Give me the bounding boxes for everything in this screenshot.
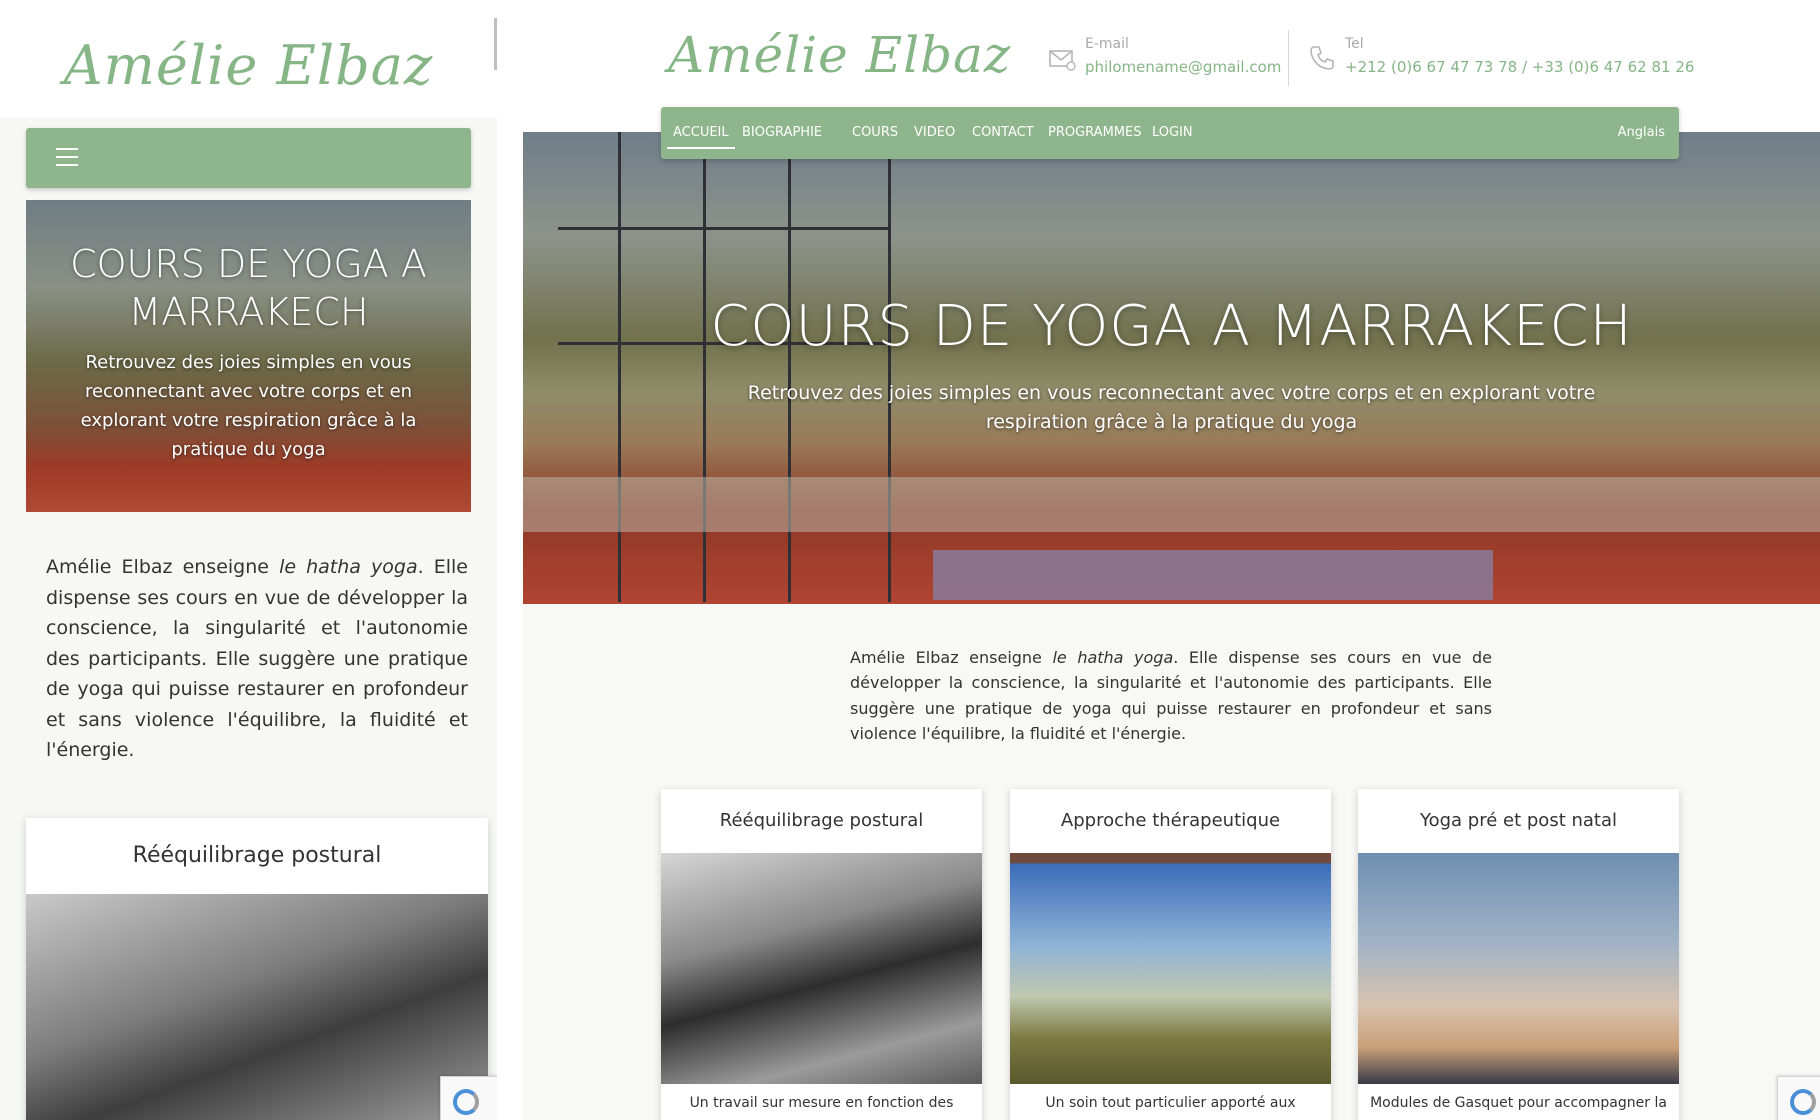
nav-login[interactable]: LOGIN [1152, 107, 1193, 159]
site-logo[interactable]: Amélie Elbaz [0, 34, 497, 97]
service-cards: Rééquilibrage postural Un travail sur me… [661, 789, 1681, 1120]
card-title: Rééquilibrage postural [719, 810, 924, 831]
nav-video[interactable]: VIDEO [914, 107, 955, 159]
nav-accueil[interactable]: ACCUEIL [667, 107, 735, 159]
recaptcha-icon [1790, 1089, 1816, 1115]
nav-cours[interactable]: COURS [852, 107, 898, 159]
mobile-view: Amélie Elbaz COURS DE YOGA A MARRAKECH R… [0, 0, 498, 1120]
card-reequilibrage[interactable]: Rééquilibrage postural Un travail sur me… [661, 789, 982, 1120]
hamburger-icon[interactable] [56, 148, 78, 166]
card-title: Approche thérapeutique [1060, 810, 1281, 831]
hero-banner: COURS DE YOGA A MARRAKECH Retrouvez des … [523, 132, 1820, 604]
intro-text-start: Amélie Elbaz enseigne [46, 556, 280, 578]
recaptcha-badge[interactable] [1777, 1076, 1820, 1120]
divider [497, 0, 523, 1120]
language-switch[interactable]: Anglais [1618, 107, 1665, 159]
header-divider [1288, 30, 1289, 86]
card-text: Un soin tout particulier apporté aux [1045, 1095, 1296, 1111]
recaptcha-icon [453, 1089, 479, 1115]
nav-biographie[interactable]: BIOGRAPHIE [742, 107, 822, 159]
card-therapeutique[interactable]: Approche thérapeutique Un soin tout part… [1010, 789, 1331, 1120]
desktop-view: Amélie Elbaz E-mail philomename@gmail.co… [523, 0, 1820, 1120]
card-image [26, 894, 488, 1120]
hero-subtitle: Retrouvez des joies simples en vous reco… [80, 352, 417, 460]
intro-emphasis: le hatha yoga [1052, 648, 1174, 667]
site-logo[interactable]: Amélie Elbaz [668, 26, 1011, 84]
card-image [661, 853, 982, 1084]
recaptcha-badge[interactable] [440, 1076, 497, 1120]
card-prenatal[interactable]: Yoga pré et post natal Modules de Gasque… [1358, 789, 1679, 1120]
mobile-navbar [26, 128, 471, 188]
card-title: Yoga pré et post natal [1420, 810, 1617, 831]
intro-text-start: Amélie Elbaz enseigne [850, 648, 1053, 667]
hero-title: COURS DE YOGA A MARRAKECH [710, 294, 1633, 359]
intro-text: Amélie Elbaz enseigne le hatha yoga. Ell… [850, 645, 1492, 746]
mobile-header: Amélie Elbaz [0, 0, 497, 118]
card-image [1358, 853, 1679, 1084]
hero-subtitle: Retrouvez des joies simples en vous reco… [747, 382, 1596, 433]
terrace-floor [523, 477, 1820, 532]
hero-title: COURS DE YOGA A MARRAKECH [70, 242, 427, 334]
envelope-icon [1049, 50, 1076, 71]
intro-text: Amélie Elbaz enseigne le hatha yoga. Ell… [46, 552, 468, 766]
email-label: E-mail [1085, 36, 1129, 52]
nav-contact[interactable]: CONTACT [972, 107, 1034, 159]
intro-text-end: . Elle dispense ses cours en vue de déve… [46, 556, 468, 761]
card-title: Rééquilibrage postural [132, 843, 382, 868]
hero-banner: COURS DE YOGA A MARRAKECH Retrouvez des … [26, 200, 471, 512]
main-navbar: ACCUEIL BIOGRAPHIE COURS VIDEO CONTACT P… [661, 107, 1679, 159]
tel-value[interactable]: +212 (0)6 67 47 73 78 / +33 (0)6 47 62 8… [1345, 58, 1694, 76]
card-text: Modules de Gasquet pour accompagner la [1370, 1095, 1667, 1111]
yoga-mat [933, 550, 1493, 600]
card-image [1010, 853, 1331, 1084]
intro-emphasis: le hatha yoga [279, 556, 418, 578]
tel-label: Tel [1345, 36, 1364, 52]
card-reequilibrage[interactable]: Rééquilibrage postural [26, 818, 488, 1120]
card-text: Un travail sur mesure en fonction des [689, 1095, 954, 1111]
phone-icon [1310, 46, 1334, 70]
email-value[interactable]: philomename@gmail.com [1085, 58, 1281, 76]
nav-programmes[interactable]: PROGRAMMES [1048, 107, 1141, 159]
